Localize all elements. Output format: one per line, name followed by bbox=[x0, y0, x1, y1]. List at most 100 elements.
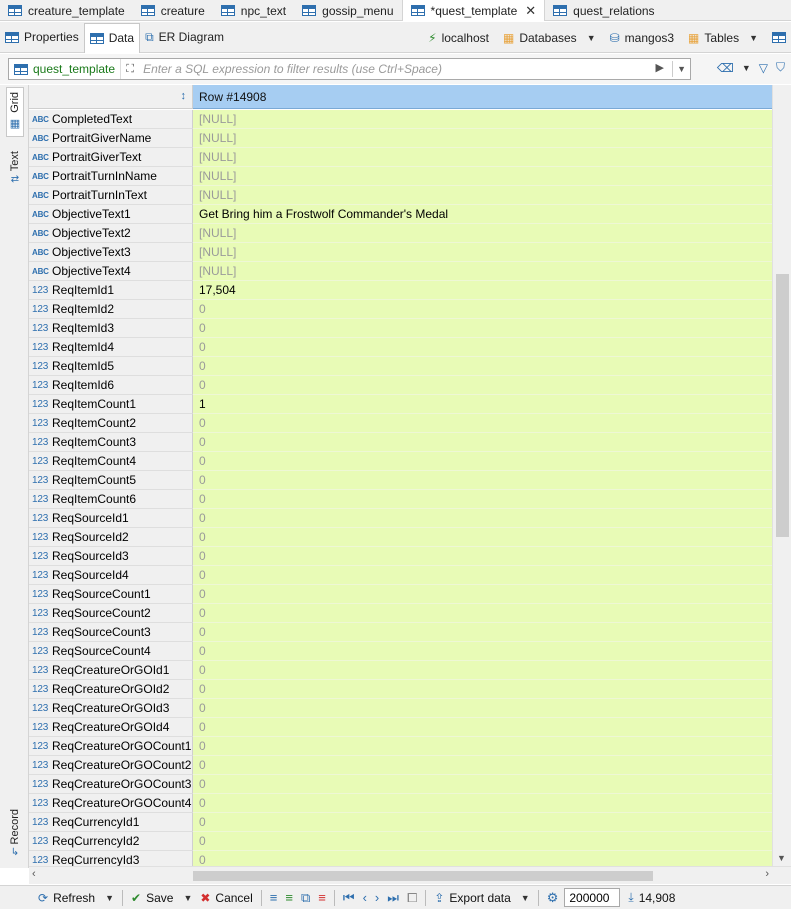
value-cell[interactable]: 0 bbox=[193, 832, 772, 851]
databases-selector[interactable]: ▦ Databases ▼ bbox=[503, 31, 596, 45]
value-cell[interactable]: 0 bbox=[193, 433, 772, 452]
column-name-cell[interactable]: ABC PortraitGiverText bbox=[29, 148, 193, 167]
value-cell[interactable]: 0 bbox=[193, 452, 772, 471]
value-cell[interactable]: [NULL] bbox=[193, 262, 772, 281]
vertical-scroll-thumb[interactable] bbox=[776, 274, 789, 537]
column-name-cell[interactable]: 123 ReqItemCount2 bbox=[29, 414, 193, 433]
chevron-down-icon[interactable]: ▼ bbox=[521, 893, 530, 903]
value-cell[interactable]: 0 bbox=[193, 851, 772, 866]
value-cell[interactable]: 0 bbox=[193, 490, 772, 509]
column-name-cell[interactable]: 123 ReqCreatureOrGOCount2 bbox=[29, 756, 193, 775]
column-name-cell[interactable]: ABC ObjectiveText3 bbox=[29, 243, 193, 262]
tab-data[interactable]: Data bbox=[83, 22, 141, 53]
editor-tab[interactable]: npc_text bbox=[213, 0, 294, 21]
editor-tab[interactable]: gossip_menu bbox=[294, 0, 401, 21]
tab-er-diagram[interactable]: ⧉ ER Diagram bbox=[140, 23, 229, 51]
eraser-icon[interactable]: ⌫ bbox=[717, 61, 734, 75]
value-cell[interactable]: 0 bbox=[193, 376, 772, 395]
edit-row-icon[interactable]: ≡ bbox=[270, 890, 278, 905]
last-page-icon[interactable]: ⏭ bbox=[387, 890, 399, 906]
column-name-cell[interactable]: 123 ReqCreatureOrGOCount1 bbox=[29, 737, 193, 756]
schema-selector[interactable]: ⛁ mangos3 bbox=[610, 31, 674, 45]
value-cell[interactable]: 0 bbox=[193, 737, 772, 756]
value-cell[interactable]: 0 bbox=[193, 680, 772, 699]
column-name-cell[interactable]: 123 ReqSourceId4 bbox=[29, 566, 193, 585]
value-cell[interactable]: [NULL] bbox=[193, 110, 772, 129]
column-name-cell[interactable]: 123 ReqCreatureOrGOCount3 bbox=[29, 775, 193, 794]
value-cell[interactable]: 0 bbox=[193, 585, 772, 604]
value-cell[interactable]: 0 bbox=[193, 794, 772, 813]
tab-text[interactable]: Text ⇄ bbox=[6, 151, 24, 199]
value-cell[interactable]: 0 bbox=[193, 699, 772, 718]
column-name-cell[interactable]: 123 ReqCreatureOrGOId4 bbox=[29, 718, 193, 737]
value-cell[interactable]: 0 bbox=[193, 775, 772, 794]
value-cell[interactable]: [NULL] bbox=[193, 148, 772, 167]
column-name-cell[interactable]: 123 ReqCreatureOrGOCount4 bbox=[29, 794, 193, 813]
value-cell[interactable]: [NULL] bbox=[193, 224, 772, 243]
horizontal-scrollbar[interactable]: ‹ › bbox=[29, 866, 791, 884]
column-name-cell[interactable]: 123 ReqItemId6 bbox=[29, 376, 193, 395]
refresh-button[interactable]: ⟳ Refresh ▼ bbox=[38, 891, 114, 905]
value-cell[interactable]: [NULL] bbox=[193, 186, 772, 205]
apply-filter-icon[interactable]: ▶ bbox=[656, 61, 664, 74]
column-name-cell[interactable]: 123 ReqItemId2 bbox=[29, 300, 193, 319]
column-name-cell[interactable]: 123 ReqCurrencyId3 bbox=[29, 851, 193, 866]
column-name-cell[interactable]: ABC ObjectiveText2 bbox=[29, 224, 193, 243]
sort-icon[interactable]: ↕ bbox=[181, 90, 187, 102]
column-name-cell[interactable]: 123 ReqSourceCount2 bbox=[29, 604, 193, 623]
filter-input[interactable]: quest_template ⛶ Enter a SQL expression … bbox=[8, 58, 691, 80]
copy-row-icon[interactable]: ⧉ bbox=[301, 890, 310, 906]
column-name-cell[interactable]: ABC PortraitTurnInName bbox=[29, 167, 193, 186]
value-cell[interactable]: Get Bring him a Frostwolf Commander's Me… bbox=[193, 205, 772, 224]
tab-record[interactable]: Record ↳ bbox=[6, 809, 24, 865]
column-name-cell[interactable]: 123 ReqItemCount4 bbox=[29, 452, 193, 471]
column-name-cell[interactable]: 123 ReqSourceId1 bbox=[29, 509, 193, 528]
column-name-cell[interactable]: 123 ReqSourceId3 bbox=[29, 547, 193, 566]
tab-grid[interactable]: Grid ▦ bbox=[6, 87, 24, 137]
chevron-down-icon[interactable]: ▼ bbox=[105, 893, 114, 903]
vertical-scrollbar[interactable]: ▼ bbox=[772, 85, 791, 866]
column-name-cell[interactable]: 123 ReqItemCount1 bbox=[29, 395, 193, 414]
scroll-right-icon[interactable]: › bbox=[765, 868, 769, 880]
table-selector-overflow[interactable] bbox=[772, 32, 791, 43]
column-name-header[interactable]: ↕ bbox=[29, 85, 193, 109]
column-name-cell[interactable]: ABC ObjectiveText1 bbox=[29, 205, 193, 224]
column-name-cell[interactable]: 123 ReqCreatureOrGOId1 bbox=[29, 661, 193, 680]
value-cell[interactable]: [NULL] bbox=[193, 129, 772, 148]
value-cell[interactable]: 17,504 bbox=[193, 281, 772, 300]
previous-icon[interactable]: ‹ bbox=[363, 890, 367, 905]
horizontal-scroll-thumb[interactable] bbox=[193, 871, 653, 881]
chevron-down-icon[interactable]: ▼ bbox=[742, 63, 751, 73]
column-name-cell[interactable]: 123 ReqCurrencyId1 bbox=[29, 813, 193, 832]
value-cell[interactable]: [NULL] bbox=[193, 243, 772, 262]
gear-icon[interactable]: ⚙ bbox=[547, 890, 559, 906]
value-cell[interactable]: 0 bbox=[193, 661, 772, 680]
column-name-cell[interactable]: 123 ReqItemCount6 bbox=[29, 490, 193, 509]
editor-tab[interactable]: *quest_template ✕ bbox=[401, 0, 546, 21]
filter-icon[interactable]: ⛉ bbox=[776, 60, 785, 75]
filter-history-icon[interactable]: ▼ bbox=[672, 61, 686, 77]
tab-properties[interactable]: Properties bbox=[0, 23, 84, 51]
column-name-cell[interactable]: 123 ReqItemId5 bbox=[29, 357, 193, 376]
column-name-cell[interactable]: 123 ReqCreatureOrGOId2 bbox=[29, 680, 193, 699]
column-name-cell[interactable]: ABC PortraitTurnInText bbox=[29, 186, 193, 205]
save-button[interactable]: ✔ Save ▼ bbox=[131, 891, 192, 905]
delete-row-icon[interactable]: ≡ bbox=[318, 890, 326, 905]
column-name-cell[interactable]: 123 ReqItemCount5 bbox=[29, 471, 193, 490]
cancel-button[interactable]: ✖ Cancel bbox=[200, 891, 252, 905]
column-name-cell[interactable]: 123 ReqItemCount3 bbox=[29, 433, 193, 452]
fetch-all-icon[interactable]: ⧠ bbox=[407, 890, 417, 906]
value-cell[interactable]: 0 bbox=[193, 357, 772, 376]
scroll-left-icon[interactable]: ‹ bbox=[32, 868, 36, 880]
value-cell[interactable]: 0 bbox=[193, 319, 772, 338]
column-name-cell[interactable]: 123 ReqCreatureOrGOId3 bbox=[29, 699, 193, 718]
value-cell[interactable]: 0 bbox=[193, 528, 772, 547]
column-name-cell[interactable]: ABC PortraitGiverName bbox=[29, 129, 193, 148]
expand-icon[interactable]: ⛶ bbox=[121, 63, 139, 76]
column-name-cell[interactable]: 123 ReqSourceCount4 bbox=[29, 642, 193, 661]
tables-selector[interactable]: ▦ Tables ▼ bbox=[688, 31, 758, 45]
editor-tab[interactable]: quest_relations bbox=[545, 0, 662, 21]
add-row-icon[interactable]: ≡ bbox=[285, 890, 293, 905]
column-name-cell[interactable]: 123 ReqSourceId2 bbox=[29, 528, 193, 547]
chevron-down-icon[interactable]: ▼ bbox=[183, 893, 192, 903]
